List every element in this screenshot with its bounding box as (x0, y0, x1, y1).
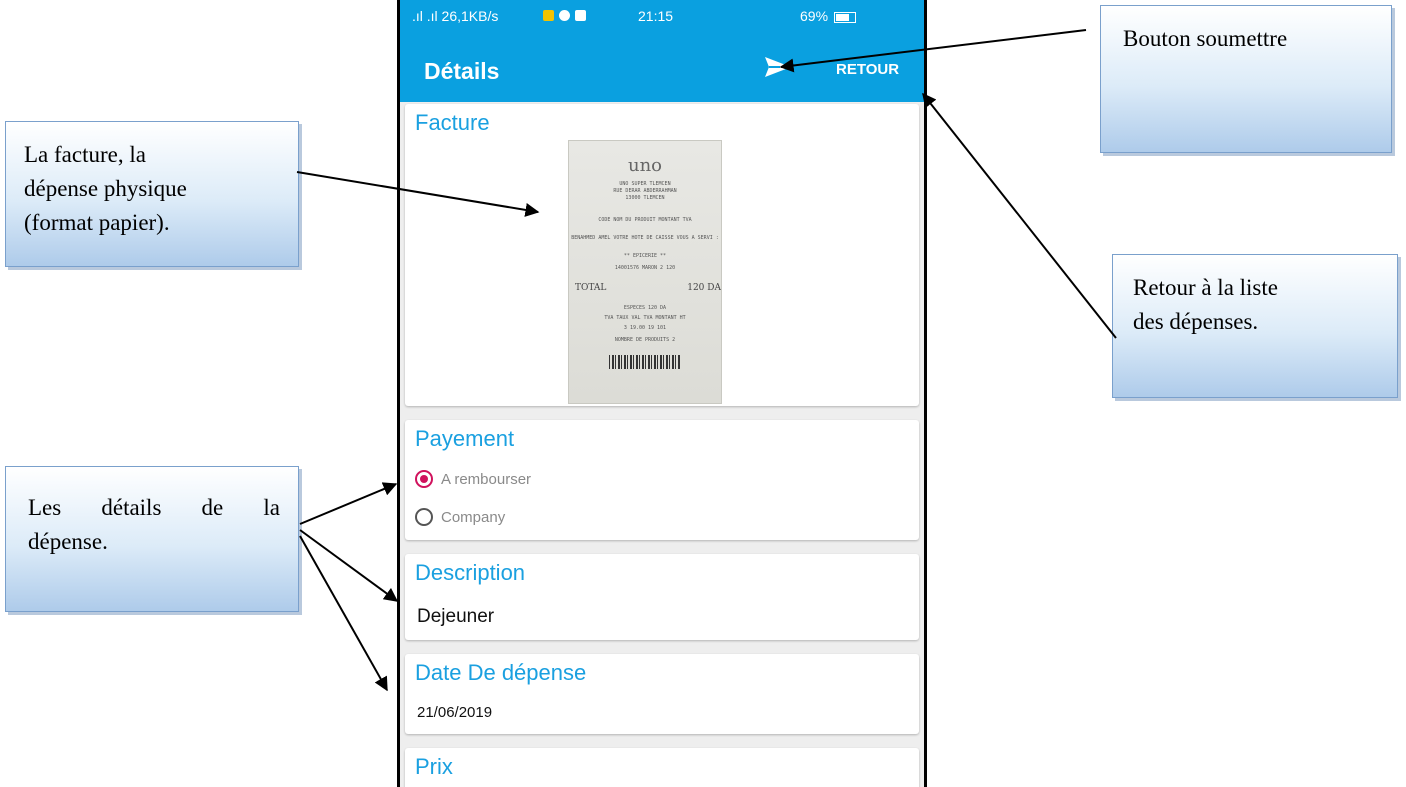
callout-text: Retour à la liste (1133, 275, 1278, 300)
callout-text: Les détails de la (28, 495, 280, 520)
arrow-date (299, 535, 388, 692)
app-bar: Détails RETOUR (400, 30, 924, 102)
receipt-line: 14001576 MARON 2 120 (614, 265, 676, 271)
payment-title: Payement (415, 426, 515, 451)
notification-icon (543, 10, 554, 21)
page-title: Détails (424, 58, 500, 84)
receipt-line: CODE NOM DU PRODUIT MONTANT TVA (598, 217, 692, 223)
receipt-line: ** EPICERIE ** (623, 253, 667, 259)
battery-status: 69% (800, 8, 857, 24)
date-title: Date De dépense (415, 660, 587, 685)
receipt-photo[interactable]: uno UNO SUPER TLEMCEN RUE DERAR ABDERRAH… (568, 140, 722, 404)
callout-details: Les détails de la dépense. (5, 466, 299, 612)
callout-text: dépense. (28, 529, 108, 554)
receipt-line: BENAHMED AMEL VOTRE HOTE DE CAISSE VOUS … (571, 235, 719, 241)
status-bar: .ıl .ıl 26,1KB/s 21:15 69% (400, 0, 924, 30)
radio-selected-icon[interactable] (415, 470, 433, 488)
arrow-payment (299, 482, 398, 525)
radio-option-company[interactable]: Company (415, 508, 505, 526)
receipt-line: 3 19.00 19 101 (623, 325, 667, 331)
receipt-total-value: 120 DA (687, 283, 721, 293)
phone-frame: .ıl .ıl 26,1KB/s 21:15 69% Détails RETOU… (397, 0, 927, 787)
signal-network-status: .ıl .ıl 26,1KB/s (412, 8, 499, 24)
receipt-line: TVA TAUX VAL TVA MONTANT HT (604, 315, 686, 321)
invoice-card: Facture uno UNO SUPER TLEMCEN RUE DERAR … (405, 104, 919, 406)
facebook-icon (575, 10, 586, 21)
invoice-title: Facture (415, 110, 490, 135)
radio-unselected-icon[interactable] (415, 508, 433, 526)
receipt-line: RUE DERAR ABDERRAHMAN (613, 188, 677, 194)
callout-back: Retour à la liste des dépenses. (1112, 254, 1398, 398)
radio-option-rembourser[interactable]: A rembourser (415, 470, 531, 488)
date-card: Date De dépense 21/06/2019 (405, 654, 919, 734)
receipt-line: 13000 TLEMCEN (625, 195, 665, 201)
app-screen: .ıl .ıl 26,1KB/s 21:15 69% Détails RETOU… (400, 0, 924, 787)
callout-text: des dépenses. (1133, 309, 1259, 334)
callout-text: dépense physique (24, 176, 187, 201)
arrow-back (922, 92, 1117, 339)
radio-label: Company (441, 508, 506, 526)
messenger-icon (559, 10, 570, 21)
callout-text: Bouton soumettre (1123, 26, 1288, 51)
battery-icon (834, 11, 857, 23)
callout-invoice: La facture, la dépense physique (format … (5, 121, 299, 267)
receipt-line: UNO SUPER TLEMCEN (619, 181, 671, 187)
receipt-line: NOMBRE DE PRODUITS 2 (614, 337, 676, 343)
price-card: Prix (405, 748, 919, 787)
send-icon[interactable] (764, 55, 792, 79)
battery-percent: 69% (800, 8, 829, 24)
clock: 21:15 (638, 8, 674, 24)
price-title: Prix (415, 754, 453, 779)
description-value[interactable]: Dejeuner (417, 606, 494, 628)
description-card: Description Dejeuner (405, 554, 919, 640)
callout-text: (format papier). (24, 210, 170, 235)
callout-text: La facture, la (24, 142, 146, 167)
description-title: Description (415, 560, 526, 585)
date-value[interactable]: 21/06/2019 (417, 704, 492, 721)
back-button[interactable]: RETOUR (836, 61, 899, 78)
radio-label: A rembourser (441, 470, 532, 488)
barcode (609, 355, 681, 369)
callout-submit: Bouton soumettre (1100, 5, 1392, 153)
receipt-line: ESPECES 120 DA (623, 305, 667, 311)
payment-card: Payement A rembourser Company (405, 420, 919, 540)
receipt-logo: uno (627, 155, 663, 176)
arrow-description (299, 529, 399, 602)
